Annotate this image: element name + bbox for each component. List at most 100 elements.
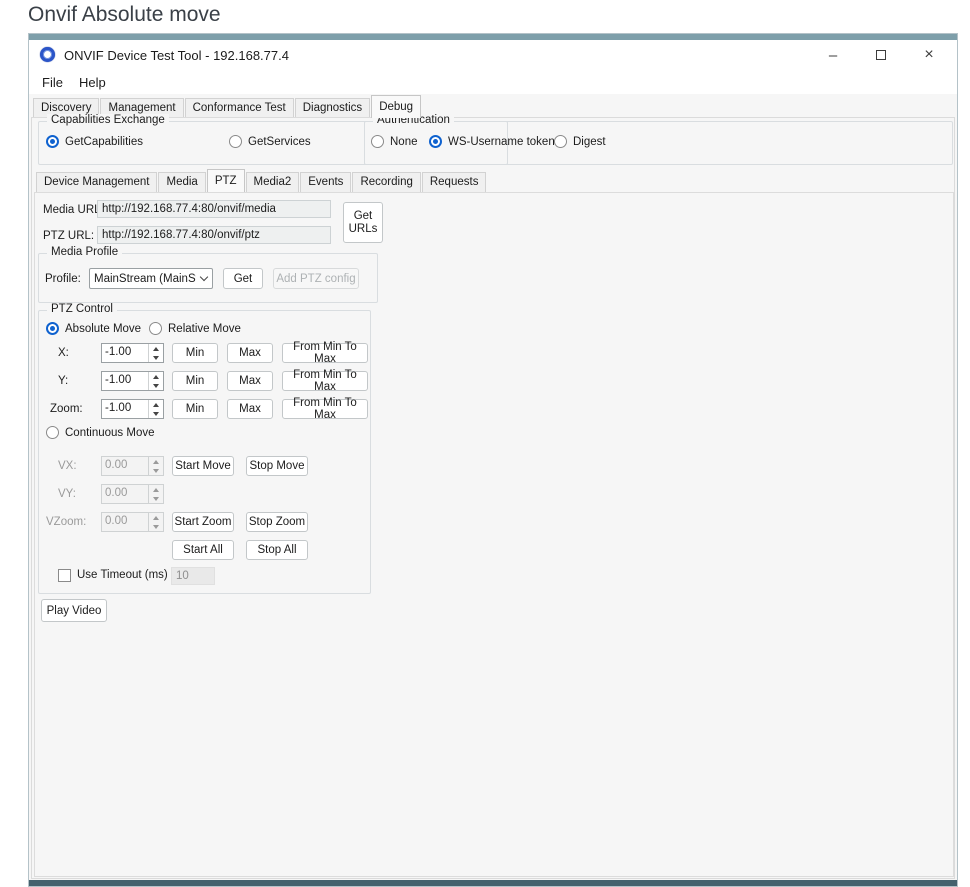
vx-stepper[interactable]: 0.00 bbox=[101, 456, 164, 476]
x-from-min-to-max-button[interactable]: From Min To Max bbox=[282, 343, 368, 363]
minimize-button[interactable]: – bbox=[817, 43, 849, 67]
zoom-max-button[interactable]: Max bbox=[227, 399, 273, 419]
menu-file[interactable]: File bbox=[38, 74, 67, 91]
menu-help[interactable]: Help bbox=[75, 74, 110, 91]
spin-up-icon bbox=[153, 347, 159, 351]
tab-events[interactable]: Events bbox=[300, 172, 351, 192]
absolute-move-radio[interactable] bbox=[46, 322, 59, 335]
vy-spin-buttons[interactable] bbox=[148, 485, 163, 503]
spin-up-icon bbox=[153, 516, 159, 520]
ptz-url-field[interactable]: http://192.168.77.4:80/onvif/ptz bbox=[97, 226, 331, 244]
vx-value[interactable]: 0.00 bbox=[102, 457, 148, 475]
y-min-button[interactable]: Min bbox=[172, 371, 218, 391]
profile-combobox-value: MainStream (MainStrea bbox=[90, 273, 196, 285]
close-button[interactable]: × bbox=[913, 43, 945, 67]
tab-media2[interactable]: Media2 bbox=[246, 172, 300, 192]
tab-diagnostics[interactable]: Diagnostics bbox=[295, 98, 370, 118]
profile-label: Profile: bbox=[45, 273, 81, 285]
getservices-label: GetServices bbox=[248, 136, 311, 148]
auth-none-radio[interactable] bbox=[371, 135, 384, 148]
profile-get-button[interactable]: Get bbox=[223, 268, 263, 289]
getservices-option: GetServices bbox=[229, 135, 311, 148]
zoom-value[interactable]: -1.00 bbox=[102, 400, 148, 418]
tab-recording[interactable]: Recording bbox=[352, 172, 420, 192]
relative-move-radio[interactable] bbox=[149, 322, 162, 335]
relative-move-option: Relative Move bbox=[149, 322, 241, 335]
spin-up-icon bbox=[153, 403, 159, 407]
y-label: Y: bbox=[58, 375, 68, 387]
add-ptz-config-button[interactable]: Add PTZ config bbox=[273, 268, 359, 289]
zoom-stepper[interactable]: -1.00 bbox=[101, 399, 164, 419]
tab-ptz[interactable]: PTZ bbox=[207, 169, 245, 192]
auth-digest-label: Digest bbox=[573, 136, 606, 148]
vy-value[interactable]: 0.00 bbox=[102, 485, 148, 503]
vzoom-spin-buttons[interactable] bbox=[148, 513, 163, 531]
media-url-field[interactable]: http://192.168.77.4:80/onvif/media bbox=[97, 200, 331, 218]
getservices-radio[interactable] bbox=[229, 135, 242, 148]
tab-conformance-test[interactable]: Conformance Test bbox=[185, 98, 294, 118]
stop-all-button[interactable]: Stop All bbox=[246, 540, 308, 560]
media-url-label: Media URL: bbox=[43, 204, 104, 216]
spin-down-icon bbox=[153, 469, 159, 473]
continuous-move-radio[interactable] bbox=[46, 426, 59, 439]
media-profile-title: Media Profile bbox=[47, 246, 122, 258]
stop-zoom-button[interactable]: Stop Zoom bbox=[246, 512, 308, 532]
continuous-move-option: Continuous Move bbox=[46, 426, 155, 439]
vzoom-label: VZoom: bbox=[46, 516, 86, 528]
tab-device-management[interactable]: Device Management bbox=[36, 172, 157, 192]
getcapabilities-radio[interactable] bbox=[46, 135, 59, 148]
x-max-button[interactable]: Max bbox=[227, 343, 273, 363]
y-max-button[interactable]: Max bbox=[227, 371, 273, 391]
window-titlebar[interactable]: ONVIF Device Test Tool - 192.168.77.4 – … bbox=[29, 40, 957, 70]
vzoom-value[interactable]: 0.00 bbox=[102, 513, 148, 531]
x-stepper[interactable]: -1.00 bbox=[101, 343, 164, 363]
relative-move-label: Relative Move bbox=[168, 323, 241, 335]
vy-stepper[interactable]: 0.00 bbox=[101, 484, 164, 504]
spin-down-icon bbox=[153, 525, 159, 529]
page-title: Onvif Absolute move bbox=[28, 3, 221, 27]
zoom-spin-buttons[interactable] bbox=[148, 400, 163, 418]
play-video-button[interactable]: Play Video bbox=[41, 599, 107, 622]
vx-label: VX: bbox=[58, 460, 77, 472]
x-value[interactable]: -1.00 bbox=[102, 344, 148, 362]
y-spin-buttons[interactable] bbox=[148, 372, 163, 390]
minimize-icon: – bbox=[829, 47, 837, 64]
start-zoom-button[interactable]: Start Zoom bbox=[172, 512, 234, 532]
vy-label: VY: bbox=[58, 488, 76, 500]
vzoom-stepper[interactable]: 0.00 bbox=[101, 512, 164, 532]
use-timeout-label: Use Timeout (ms) bbox=[77, 569, 168, 581]
auth-ws-username-radio[interactable] bbox=[429, 135, 442, 148]
window-bottom-strip bbox=[29, 880, 957, 886]
maximize-button[interactable] bbox=[865, 43, 897, 67]
auth-ws-username-option: WS-Username token bbox=[429, 135, 555, 148]
spin-up-icon bbox=[153, 375, 159, 379]
x-spin-buttons[interactable] bbox=[148, 344, 163, 362]
profile-combobox[interactable]: MainStream (MainStrea bbox=[89, 268, 213, 289]
vx-spin-buttons[interactable] bbox=[148, 457, 163, 475]
y-stepper[interactable]: -1.00 bbox=[101, 371, 164, 391]
zoom-min-button[interactable]: Min bbox=[172, 399, 218, 419]
ptz-url-label: PTZ URL: bbox=[43, 230, 94, 242]
tab-media[interactable]: Media bbox=[158, 172, 205, 192]
auth-none-option: None bbox=[371, 135, 418, 148]
auth-digest-radio[interactable] bbox=[554, 135, 567, 148]
spin-up-icon bbox=[153, 488, 159, 492]
get-urls-button[interactable]: Get URLs bbox=[343, 202, 383, 243]
debug-tab-strip: Device Management Media PTZ Media2 Event… bbox=[36, 168, 487, 192]
chevron-down-icon bbox=[196, 269, 212, 288]
x-label: X: bbox=[58, 347, 69, 359]
y-value[interactable]: -1.00 bbox=[102, 372, 148, 390]
start-all-button[interactable]: Start All bbox=[172, 540, 234, 560]
tab-debug[interactable]: Debug bbox=[371, 95, 421, 118]
auth-ws-username-label: WS-Username token bbox=[448, 136, 555, 148]
use-timeout-checkbox[interactable] bbox=[58, 569, 71, 582]
x-min-button[interactable]: Min bbox=[172, 343, 218, 363]
timeout-field[interactable]: 10 bbox=[171, 567, 215, 585]
tab-requests[interactable]: Requests bbox=[422, 172, 487, 192]
stop-move-button[interactable]: Stop Move bbox=[246, 456, 308, 476]
start-move-button[interactable]: Start Move bbox=[172, 456, 234, 476]
y-from-min-to-max-button[interactable]: From Min To Max bbox=[282, 371, 368, 391]
absolute-move-label: Absolute Move bbox=[65, 323, 141, 335]
spin-down-icon bbox=[153, 412, 159, 416]
zoom-from-min-to-max-button[interactable]: From Min To Max bbox=[282, 399, 368, 419]
